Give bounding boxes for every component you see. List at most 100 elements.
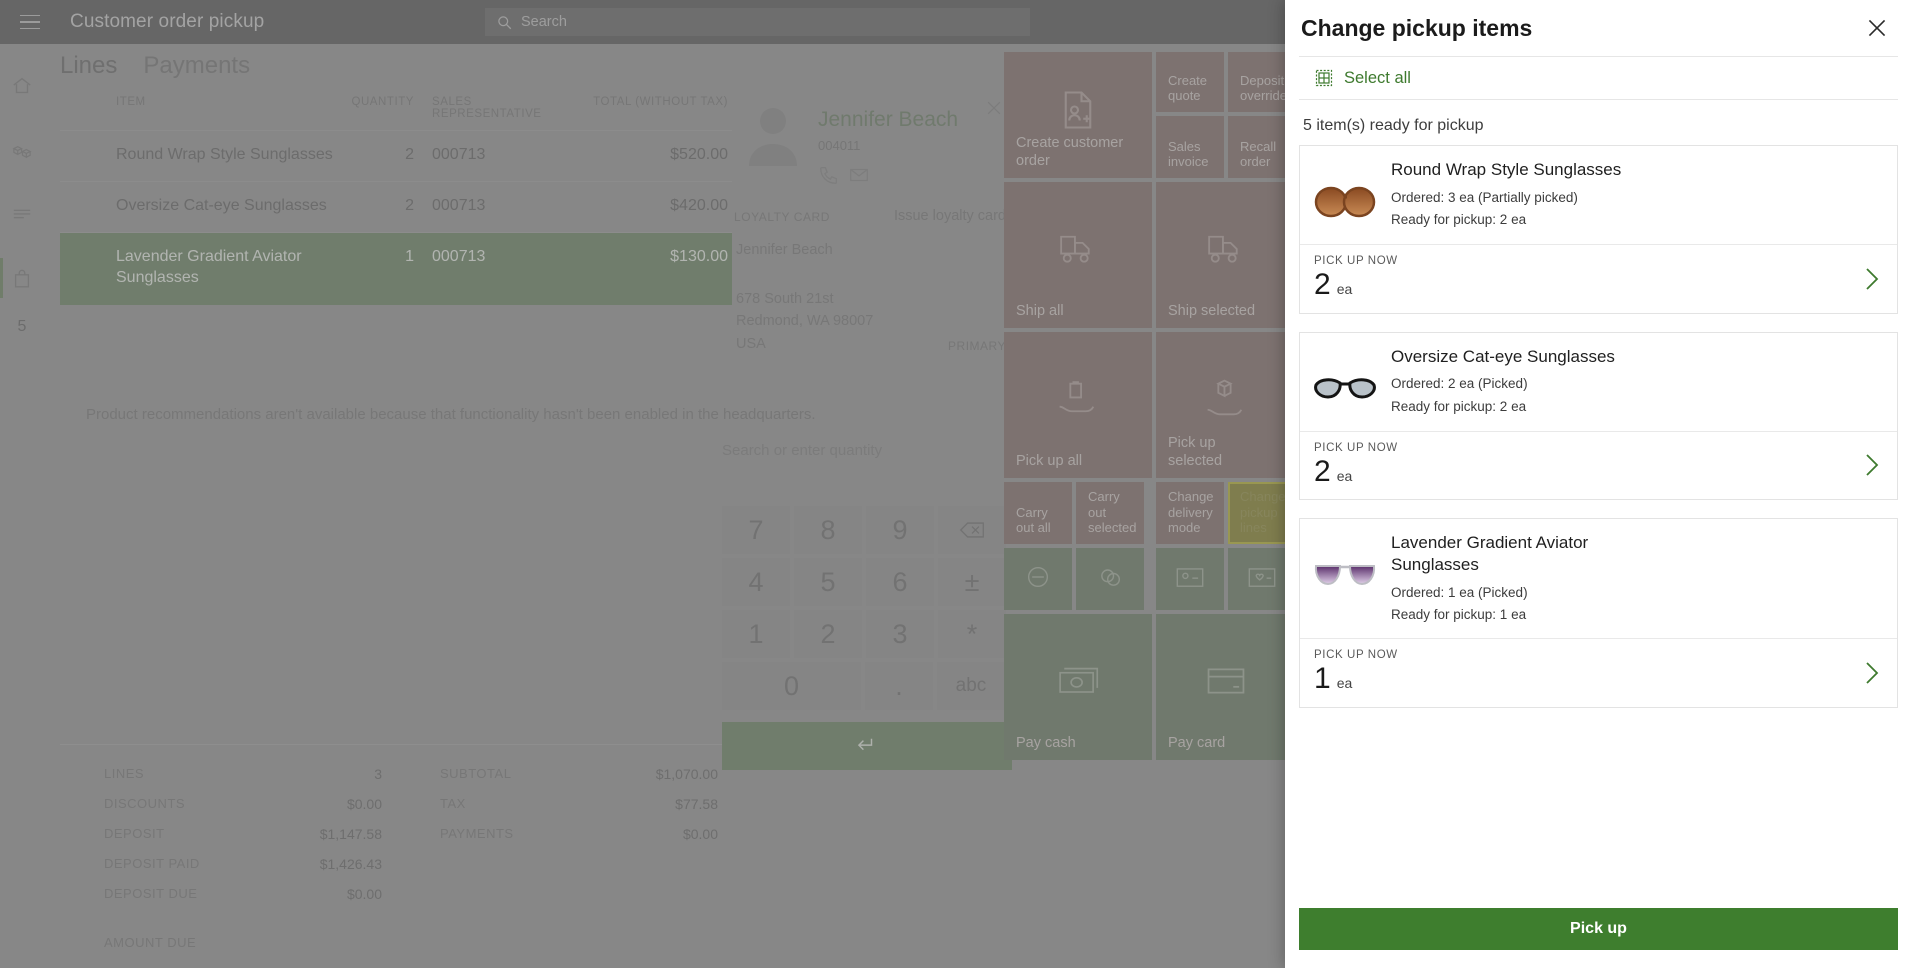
tab-lines[interactable]: Lines [60, 52, 117, 80]
tile-label: Pick up all [1016, 453, 1126, 470]
tile-customer-account[interactable] [1156, 548, 1224, 610]
envelope-icon[interactable] [848, 164, 870, 186]
tile-sales-invoice[interactable]: Sales invoice [1156, 116, 1224, 178]
pickup-item-name: Oversize Cat-eye Sunglasses [1391, 346, 1615, 368]
pickup-quantity-row[interactable]: PICK UP NOW 2ea [1300, 244, 1897, 313]
select-all-label: Select all [1344, 69, 1411, 88]
pickup-selected-icon [1203, 379, 1249, 419]
table-row[interactable]: Round Wrap Style Sunglasses 2 000713 $52… [60, 131, 732, 182]
key-abc[interactable]: abc [937, 662, 1005, 710]
key-5[interactable]: 5 [794, 558, 862, 606]
total-label: TAX [440, 796, 466, 812]
tile-create-customer-order[interactable]: Create customer order [1004, 52, 1152, 178]
key-1[interactable]: 1 [722, 610, 790, 658]
close-icon[interactable] [1864, 15, 1890, 41]
key-6[interactable]: 6 [866, 558, 934, 606]
total-label: DEPOSIT [104, 826, 165, 842]
pick-up-now-label: PICK UP NOW [1314, 255, 1883, 267]
pick-up-button[interactable]: Pick up [1299, 908, 1898, 950]
phone-icon[interactable] [818, 164, 840, 186]
sidebar-item-list[interactable] [0, 192, 44, 236]
table-row[interactable]: Oversize Cat-eye Sunglasses 2 000713 $42… [60, 182, 732, 233]
pickup-quantity-row[interactable]: PICK UP NOW 2ea [1300, 431, 1897, 500]
total-row: DEPOSIT PAID$1,426.43 [60, 849, 396, 879]
total-label: DEPOSIT PAID [104, 856, 200, 872]
sidebar-item-products[interactable] [0, 128, 44, 172]
tile-pick-up-all[interactable]: Pick up all [1004, 332, 1152, 478]
tile-ship-all[interactable]: Ship all [1004, 182, 1152, 328]
create-customer-order-icon [1057, 89, 1099, 131]
pickup-item-card[interactable]: Oversize Cat-eye Sunglasses Ordered: 2 e… [1299, 332, 1898, 501]
tile-change-delivery-mode[interactable]: Change delivery mode [1156, 482, 1224, 544]
tile-carry-out-selected[interactable]: Carry out selected [1076, 482, 1144, 544]
quantity-input[interactable]: Search or enter quantity [722, 442, 882, 459]
pickup-item-card[interactable]: Round Wrap Style Sunglasses Ordered: 3 e… [1299, 145, 1898, 314]
key-9[interactable]: 9 [866, 506, 934, 554]
sidebar-item-orders[interactable] [0, 256, 44, 300]
menu-icon[interactable] [8, 0, 52, 44]
bag-icon [11, 267, 33, 290]
tile-pay-card[interactable]: Pay card [1156, 614, 1296, 760]
search-input[interactable]: Search [485, 8, 1030, 36]
key-backspace[interactable] [938, 506, 1006, 554]
key-0[interactable]: 0 [722, 662, 861, 710]
tile-label: Carry out all [1016, 505, 1066, 536]
key-plus-minus[interactable]: ± [938, 558, 1006, 606]
key-8[interactable]: 8 [794, 506, 862, 554]
tile-label: Deposit override [1240, 73, 1290, 104]
tile-ship-selected[interactable]: Ship selected [1156, 182, 1296, 328]
address-line-3: USA [736, 333, 873, 355]
card-icon [1204, 665, 1248, 697]
tile-discount[interactable] [1004, 548, 1072, 610]
cell-total: $520.00 [569, 144, 732, 165]
chevron-right-icon[interactable] [1863, 265, 1881, 293]
aviator-sunglasses-thumb [1313, 546, 1377, 604]
loyalty-customer-name: Jennifer Beach [736, 242, 833, 258]
tile-carry-out-all[interactable]: Carry out all [1004, 482, 1072, 544]
tile-create-quote[interactable]: Create quote [1156, 52, 1224, 112]
select-all-button[interactable]: Select all [1299, 56, 1898, 100]
key-2[interactable]: 2 [794, 610, 862, 658]
tile-pay-cash[interactable]: Pay cash [1004, 614, 1152, 760]
pickup-item-ready: Ready for pickup: 2 ea [1391, 210, 1621, 230]
key-asterisk[interactable]: * [938, 610, 1006, 658]
chevron-right-icon[interactable] [1863, 659, 1881, 687]
cell-quantity: 1 [334, 246, 414, 267]
total-value: $1,070.00 [656, 766, 718, 782]
tile-price-check[interactable] [1076, 548, 1144, 610]
pickup-item-ready: Ready for pickup: 2 ea [1391, 397, 1615, 417]
panel-title: Change pickup items [1301, 15, 1532, 42]
key-4[interactable]: 4 [722, 558, 790, 606]
cell-item: Lavender Gradient Aviator Sunglasses [60, 246, 334, 288]
key-7[interactable]: 7 [722, 506, 790, 554]
column-quantity: QUANTITY [334, 96, 414, 120]
pickup-item-name: Round Wrap Style Sunglasses [1391, 159, 1621, 181]
tile-pick-up-selected[interactable]: Pick up selected [1156, 332, 1296, 478]
sidebar-rail: 5 [0, 44, 44, 968]
pick-up-now-label: PICK UP NOW [1314, 649, 1883, 661]
enter-icon [856, 737, 878, 755]
cell-quantity: 2 [334, 195, 414, 216]
total-label: LINES [104, 766, 144, 782]
key-decimal[interactable]: . [865, 662, 933, 710]
sidebar-item-home[interactable] [0, 64, 44, 108]
customer-id: 004011 [818, 138, 860, 153]
pick-up-now-label: PICK UP NOW [1314, 442, 1883, 454]
tab-payments[interactable]: Payments [143, 52, 250, 80]
pick-up-unit: ea [1337, 281, 1353, 297]
pick-up-qty: 1 [1314, 662, 1331, 695]
pickup-quantity-row[interactable]: PICK UP NOW 1ea [1300, 638, 1897, 707]
sidebar-count: 5 [0, 318, 44, 336]
pickup-item-card[interactable]: Lavender Gradient Aviator Sunglasses Ord… [1299, 518, 1898, 708]
close-icon[interactable] [984, 98, 1004, 118]
issue-loyalty-card-button[interactable]: Issue loyalty card [894, 208, 1006, 224]
chevron-right-icon[interactable] [1863, 451, 1881, 479]
enter-button[interactable] [722, 722, 1012, 770]
money-icon [1095, 563, 1125, 591]
customer-card-icon [1175, 565, 1205, 589]
backspace-icon [959, 521, 985, 539]
table-row[interactable]: Lavender Gradient Aviator Sunglasses 1 0… [60, 233, 732, 305]
key-3[interactable]: 3 [866, 610, 934, 658]
cell-sales-rep: 000713 [414, 195, 569, 216]
address-line-1: 678 South 21st [736, 288, 873, 310]
